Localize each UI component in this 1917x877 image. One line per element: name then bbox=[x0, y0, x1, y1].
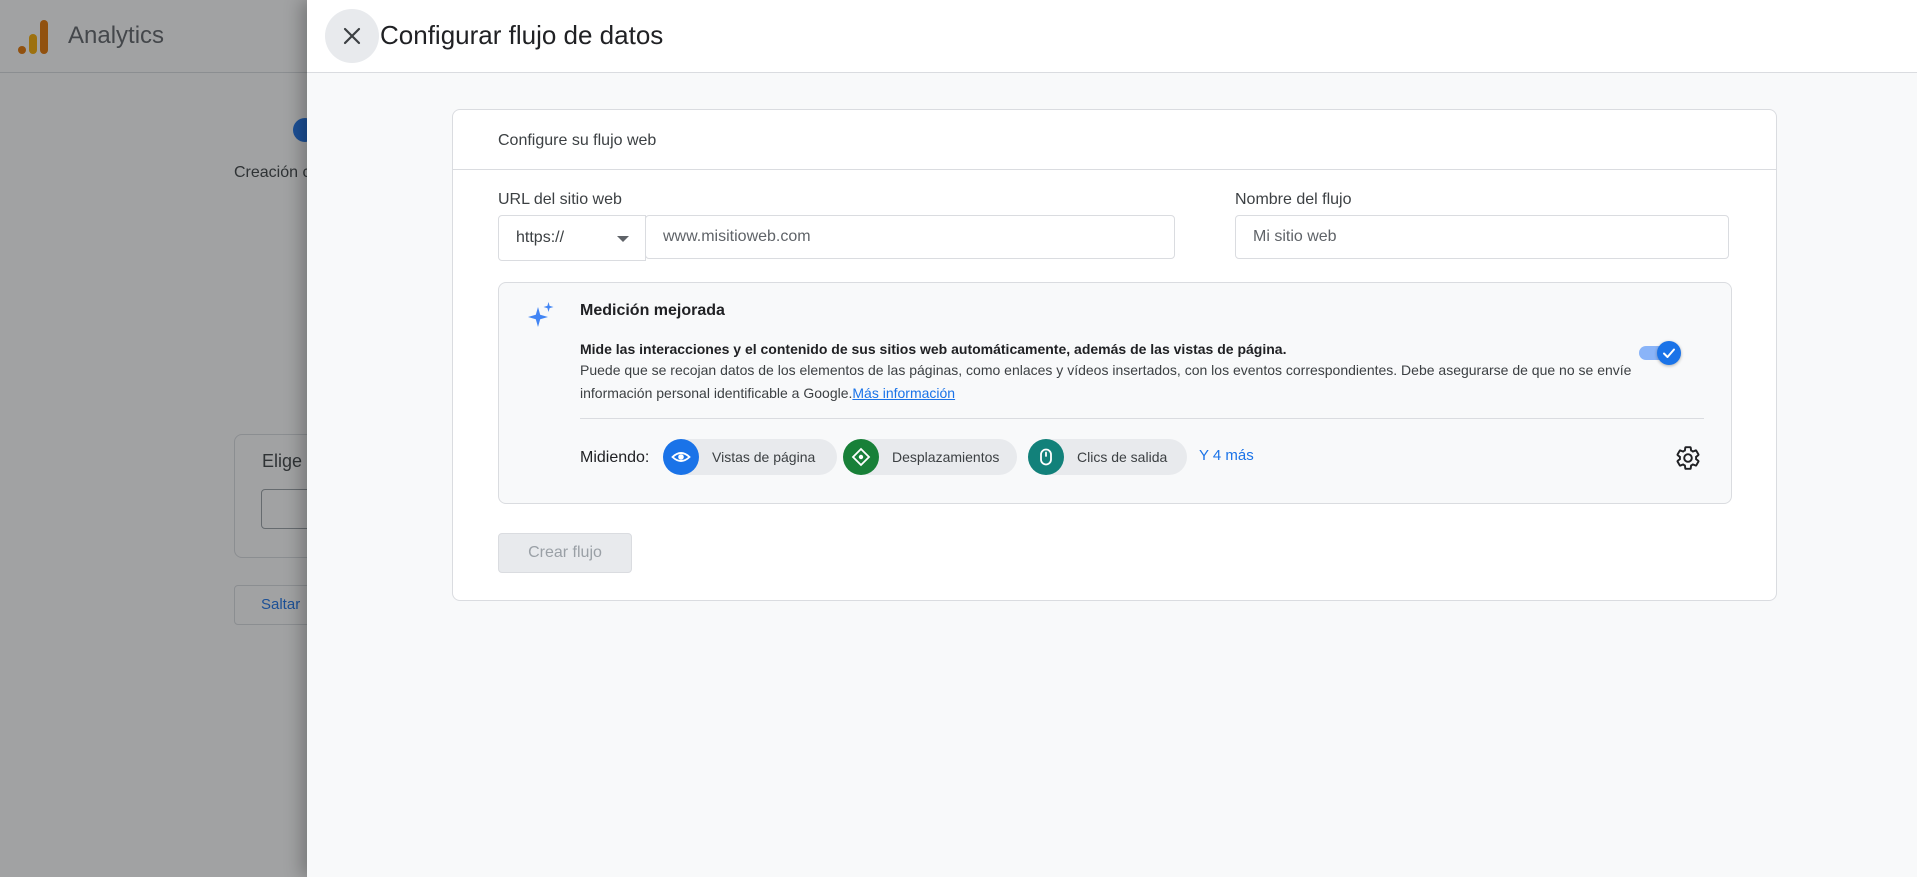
stream-name-label: Nombre del flujo bbox=[1235, 191, 1352, 208]
chip-scrolls: Desplazamientos bbox=[843, 439, 1017, 475]
card-header-text: Configure su flujo web bbox=[498, 132, 657, 149]
enhanced-measurement-description: Puede que se recojan datos de los elemen… bbox=[580, 362, 1632, 401]
mouse-icon bbox=[1028, 439, 1064, 475]
check-icon bbox=[1663, 348, 1675, 358]
eye-icon bbox=[663, 439, 699, 475]
protocol-select[interactable]: https:// bbox=[498, 215, 646, 261]
caret-down-icon bbox=[617, 236, 629, 242]
close-icon bbox=[343, 27, 361, 45]
stream-name-input[interactable] bbox=[1235, 215, 1729, 259]
create-stream-button[interactable]: Crear flujo bbox=[498, 533, 632, 573]
website-url-input[interactable] bbox=[645, 215, 1175, 259]
divider bbox=[580, 418, 1704, 419]
scroll-icon bbox=[843, 439, 879, 475]
web-stream-card: Configure su flujo web URL del sitio web… bbox=[452, 109, 1777, 601]
protocol-value: https:// bbox=[516, 229, 565, 246]
panel-header: Configurar flujo de datos bbox=[307, 0, 1917, 73]
learn-more-link[interactable]: Más información bbox=[852, 385, 955, 401]
enhanced-measurement-toggle[interactable] bbox=[1639, 341, 1681, 365]
chip-label: Clics de salida bbox=[1077, 449, 1168, 465]
close-button[interactable] bbox=[325, 9, 379, 63]
chip-outbound-clicks: Clics de salida bbox=[1028, 439, 1187, 475]
chip-label: Desplazamientos bbox=[892, 449, 1000, 465]
card-header: Configure su flujo web bbox=[453, 110, 1776, 170]
more-link[interactable]: Y 4 más bbox=[1199, 447, 1254, 464]
enhanced-measurement-summary: Mide las interacciones y el contenido de… bbox=[580, 341, 1287, 357]
gear-icon[interactable] bbox=[1675, 445, 1701, 471]
chip-label: Vistas de página bbox=[712, 449, 816, 465]
measuring-label: Midiendo: bbox=[580, 449, 650, 466]
configure-stream-panel: Configurar flujo de datos Configure su f… bbox=[307, 0, 1917, 877]
sparkle-icon bbox=[528, 302, 554, 327]
chip-page-views: Vistas de página bbox=[663, 439, 837, 475]
panel-title: Configurar flujo de datos bbox=[380, 20, 664, 50]
enhanced-measurement-box: Medición mejorada Mide las interacciones… bbox=[498, 282, 1732, 504]
url-label: URL del sitio web bbox=[498, 191, 622, 208]
enhanced-measurement-title: Medición mejorada bbox=[580, 302, 725, 319]
